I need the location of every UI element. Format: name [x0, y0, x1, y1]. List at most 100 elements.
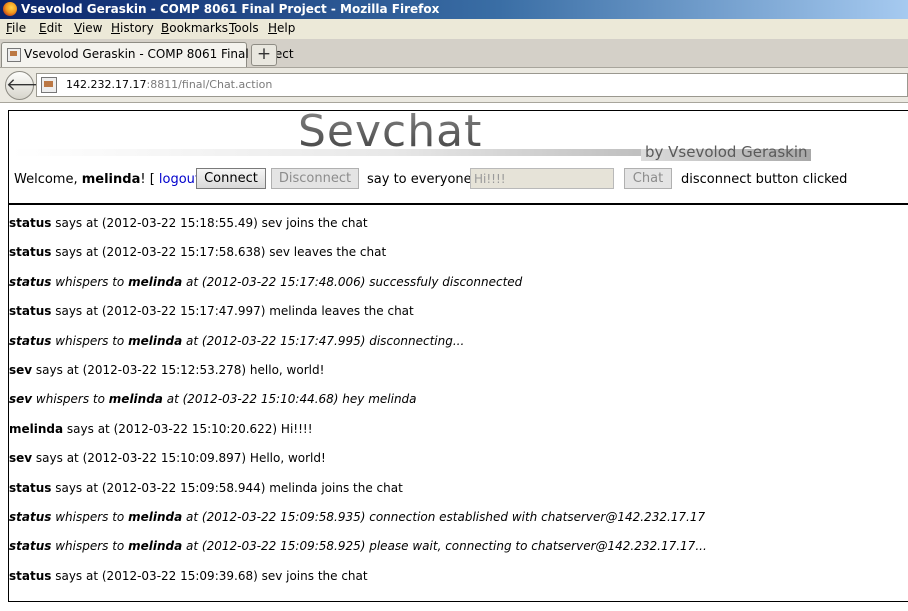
message-verb: says at	[51, 245, 102, 259]
message-sender: sev	[9, 363, 33, 377]
message-text: (2012-03-22 15:09:39.68) sev joins the c…	[101, 569, 368, 583]
message-recipient: melinda	[128, 334, 183, 348]
site-identity-icon[interactable]	[41, 77, 57, 93]
menu-history[interactable]: History	[111, 21, 154, 35]
message-row: melinda says at (2012-03-22 15:10:20.622…	[9, 422, 313, 436]
message-text: at (2012-03-22 15:09:58.935) connection …	[182, 510, 706, 524]
message-verb: whispers to	[51, 510, 129, 524]
menu-history-rest: istory	[120, 21, 154, 35]
menu-help-accel: H	[268, 21, 278, 35]
menu-edit-rest: dit	[46, 21, 63, 35]
url-text: 142.232.17.17:8811/final/Chat.action	[66, 78, 272, 91]
menu-bar: File Edit View History Bookmarks Tools H…	[0, 19, 908, 39]
menu-edit-accel: E	[39, 21, 47, 35]
message-sender: status	[9, 216, 52, 230]
byline: by Vsevolod Geraskin	[645, 143, 808, 161]
message-recipient: melinda	[128, 539, 183, 553]
message-text: at (2012-03-22 15:09:58.925) please wait…	[182, 539, 707, 553]
message-row: status says at (2012-03-22 15:09:39.68) …	[9, 569, 368, 583]
message-row: status whispers to melinda at (2012-03-2…	[9, 275, 522, 289]
message-text: (2012-03-22 15:17:47.997) melinda leaves…	[101, 304, 414, 318]
menu-view-accel: V	[74, 21, 82, 35]
username: melinda	[81, 172, 141, 187]
menu-file[interactable]: File	[6, 21, 26, 35]
message-verb: says at	[51, 216, 102, 230]
menu-file-rest: ile	[12, 21, 27, 35]
menu-edit[interactable]: Edit	[39, 21, 62, 35]
message-text: at (2012-03-22 15:10:44.68) hey melinda	[162, 392, 417, 406]
message-recipient: melinda	[128, 275, 183, 289]
message-verb: says at	[51, 569, 102, 583]
menu-view[interactable]: View	[74, 21, 102, 35]
menu-help[interactable]: Help	[268, 21, 295, 35]
message-row: status says at (2012-03-22 15:17:47.997)…	[9, 304, 414, 318]
message-text: (2012-03-22 15:12:53.278) hello, world!	[82, 363, 325, 377]
url-path: :8811/final/Chat.action	[146, 78, 273, 91]
message-verb: whispers to	[51, 275, 129, 289]
menu-bookmarks-accel: B	[161, 21, 170, 35]
message-sender: status	[9, 334, 52, 348]
message-text: (2012-03-22 15:17:58.638) sev leaves the…	[101, 245, 387, 259]
message-verb: whispers to	[51, 539, 129, 553]
menu-tools[interactable]: Tools	[229, 21, 259, 35]
window-title-bar: Vsevolod Geraskin - COMP 8061 Final Proj…	[0, 0, 908, 19]
message-sender: sev	[9, 392, 33, 406]
app-logo: Sevchat	[298, 106, 483, 157]
disconnect-button[interactable]: Disconnect	[271, 168, 359, 189]
message-verb: says at	[32, 363, 83, 377]
menu-history-accel: H	[111, 21, 121, 35]
message-row: status whispers to melinda at (2012-03-2…	[9, 539, 707, 553]
page-content: Sevchat by Vsevolod Geraskin Welcome, me…	[8, 106, 908, 602]
message-sender: status	[9, 539, 52, 553]
status-text: disconnect button clicked	[681, 172, 848, 187]
message-verb: says at	[63, 422, 114, 436]
say-to-everyone-label: say to everyone:	[367, 172, 477, 187]
welcome-prefix: Welcome,	[14, 172, 82, 187]
chat-header: Sevchat by Vsevolod Geraskin Welcome, me…	[9, 106, 908, 205]
welcome-suffix: ! [	[140, 172, 159, 187]
message-recipient: melinda	[108, 392, 163, 406]
message-sender: status	[9, 569, 52, 583]
url-host: 142.232.17.17	[66, 78, 147, 91]
back-button[interactable]: 🡐	[5, 71, 52, 100]
message-verb: says at	[51, 304, 102, 318]
message-verb: whispers to	[51, 334, 129, 348]
message-row: sev whispers to melinda at (2012-03-22 1…	[9, 392, 417, 406]
message-text: (2012-03-22 15:10:09.897) Hello, world!	[82, 451, 326, 465]
menu-bookmarks-rest: ookmarks	[169, 21, 229, 35]
message-row: status whispers to melinda at (2012-03-2…	[9, 334, 464, 348]
message-sender: status	[9, 275, 52, 289]
menu-bookmarks[interactable]: Bookmarks	[161, 21, 228, 35]
message-text: at (2012-03-22 15:17:48.006) successfuly…	[182, 275, 523, 289]
chat-controls: Welcome, melinda! [ logout ] Connect Dis…	[9, 166, 908, 194]
message-verb: says at	[32, 451, 83, 465]
message-sender: status	[9, 510, 52, 524]
firefox-icon[interactable]	[3, 2, 17, 16]
message-sender: status	[9, 245, 52, 259]
message-sender: melinda	[9, 422, 64, 436]
url-bar[interactable]: 142.232.17.17:8811/final/Chat.action	[36, 73, 908, 97]
tab-active[interactable]: Vsevolod Geraskin - COMP 8061 Final Proj…	[1, 42, 294, 67]
menu-view-rest: iew	[81, 21, 103, 35]
message-row: status says at (2012-03-22 15:09:58.944)…	[9, 481, 403, 495]
message-text: (2012-03-22 15:10:20.622) Hi!!!!	[113, 422, 313, 436]
new-tab-button[interactable]: +	[251, 44, 277, 66]
message-input[interactable]	[470, 168, 614, 189]
logout-link[interactable]: logout	[159, 172, 200, 187]
message-row: status whispers to melinda at (2012-03-2…	[9, 510, 705, 524]
menu-tools-rest: ools	[234, 21, 259, 35]
message-recipient: melinda	[128, 510, 183, 524]
message-text: (2012-03-22 15:09:58.944) melinda joins …	[101, 481, 403, 495]
message-text: at (2012-03-22 15:17:47.995) disconnecti…	[182, 334, 465, 348]
welcome-message: Welcome, melinda! [ logout ]	[14, 172, 209, 187]
message-sender: sev	[9, 451, 33, 465]
chat-button[interactable]: Chat	[624, 168, 672, 189]
connect-button[interactable]: Connect	[196, 168, 266, 189]
message-row: status says at (2012-03-22 15:17:58.638)…	[9, 245, 386, 259]
message-verb: says at	[51, 481, 102, 495]
tab-strip: Vsevolod Geraskin - COMP 8061 Final Proj…	[0, 39, 908, 68]
message-row: status says at (2012-03-22 15:18:55.49) …	[9, 216, 368, 230]
window-title: Vsevolod Geraskin - COMP 8061 Final Proj…	[21, 2, 440, 16]
message-sender: status	[9, 481, 52, 495]
navigation-bar: 🡐 142.232.17.17:8811/final/Chat.action	[0, 68, 908, 103]
